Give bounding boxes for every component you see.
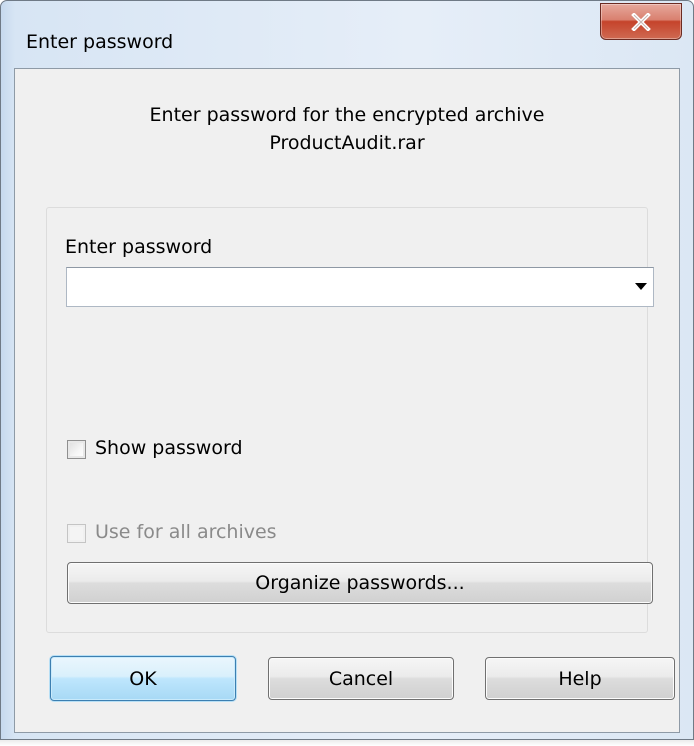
archive-filename: ProductAudit.rar bbox=[269, 132, 425, 154]
ok-button[interactable]: OK bbox=[50, 656, 236, 701]
password-input[interactable] bbox=[71, 272, 615, 304]
password-combobox[interactable] bbox=[66, 267, 654, 307]
title-bar[interactable]: Enter password bbox=[1, 1, 693, 69]
password-label: Enter password bbox=[65, 236, 213, 258]
archive-prompt-text: Enter password for the encrypted archive bbox=[149, 104, 545, 126]
dropdown-arrow-icon[interactable] bbox=[635, 283, 647, 290]
show-password-checkbox[interactable] bbox=[67, 440, 86, 459]
use-for-all-archives-checkbox bbox=[67, 524, 86, 543]
organize-passwords-button[interactable]: Organize passwords... bbox=[67, 562, 653, 604]
close-button[interactable] bbox=[600, 3, 682, 40]
help-button[interactable]: Help bbox=[485, 657, 675, 700]
window-title: Enter password bbox=[26, 31, 174, 53]
close-icon bbox=[631, 12, 651, 31]
cancel-button[interactable]: Cancel bbox=[268, 657, 454, 700]
use-for-all-archives-label: Use for all archives bbox=[95, 521, 277, 543]
window-shadow bbox=[0, 740, 694, 746]
show-password-label[interactable]: Show password bbox=[95, 437, 243, 459]
enter-password-dialog: Enter password Enter password for the en… bbox=[0, 0, 694, 746]
